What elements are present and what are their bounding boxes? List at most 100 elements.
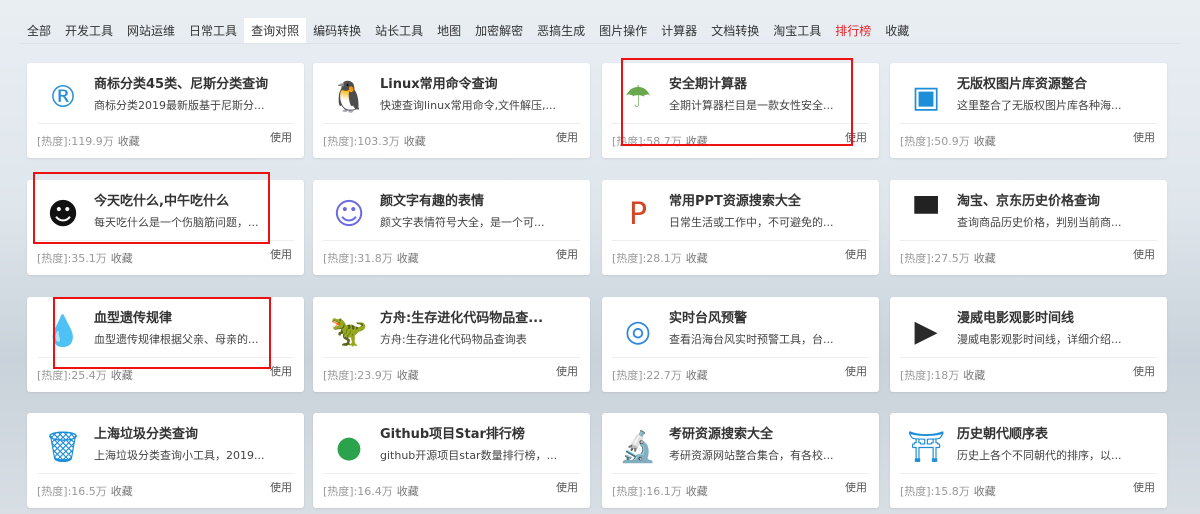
tool-card[interactable]: ▀ 淘宝、京东历史价格查询 查询商品历史价格，判别当前商... [热度]:27.… — [890, 180, 1167, 275]
favorite-button[interactable]: 收藏 — [686, 369, 708, 382]
card-title[interactable]: 淘宝、京东历史价格查询 — [957, 190, 1100, 209]
tool-card[interactable]: P 常用PPT资源搜索大全 日常生活或工作中，不可避免的... [热度]:28.… — [602, 180, 879, 275]
card-title[interactable]: 常用PPT资源搜索大全 — [669, 190, 801, 209]
tab-12[interactable]: 文档转换 — [704, 18, 766, 43]
tool-card[interactable]: ▶ 漫威电影观影时间线 漫威电影观影时间线，详细介绍... [热度]:18万 收藏… — [890, 297, 1167, 392]
tab-11[interactable]: 计算器 — [654, 18, 704, 43]
favorite-button[interactable]: 收藏 — [686, 135, 708, 148]
card-title[interactable]: Linux常用命令查询 — [380, 73, 498, 92]
tool-card[interactable]: ⛩ 历史朝代顺序表 历史上各个不同朝代的排序，以... [热度]:15.8万 收藏… — [890, 413, 1167, 508]
tab-8[interactable]: 加密解密 — [468, 18, 530, 43]
tab-2[interactable]: 网站运维 — [120, 18, 182, 43]
microscope-icon: 🔬 — [619, 429, 657, 465]
use-button[interactable]: 使用 — [270, 129, 292, 145]
card-description: 考研资源网站整合集合，有各校... — [669, 449, 834, 462]
tool-card[interactable]: 🔬 考研资源搜索大全 考研资源网站整合集合，有各校... [热度]:16.1万收… — [602, 413, 879, 508]
tab-7[interactable]: 地图 — [430, 18, 468, 43]
dinosaur-icon: 🦖 — [330, 313, 368, 349]
use-button[interactable]: 使用 — [845, 246, 867, 262]
card-title[interactable]: 颜文字有趣的表情 — [380, 190, 484, 209]
tool-card[interactable]: ◎ 实时台风预警 查看沿海台风实时预警工具，台... [热度]:22.7万 收藏 … — [602, 297, 879, 392]
use-button[interactable]: 使用 — [270, 246, 292, 262]
favorite-button[interactable]: 收藏 — [974, 252, 996, 265]
card-title[interactable]: 商标分类45类、尼斯分类查询 — [94, 73, 268, 92]
use-button[interactable]: 使用 — [845, 129, 867, 145]
tab-1[interactable]: 开发工具 — [58, 18, 120, 43]
card-title[interactable]: 方舟:生存进化代码物品查... — [380, 307, 543, 326]
favorite-button[interactable]: 收藏 — [118, 135, 140, 148]
favorite-button[interactable]: 收藏 — [111, 369, 133, 382]
favorite-button[interactable]: 收藏 — [111, 485, 133, 498]
heat-label: [热度]: — [612, 252, 647, 265]
tool-card[interactable]: ☻ 今天吃什么,中午吃什么 每天吃什么是一个伤脑筋问题，... [热度]:35.… — [27, 180, 304, 275]
heat-label: [热度]: — [900, 485, 935, 498]
powerpoint-icon: P — [628, 196, 648, 232]
penguin-icon: 🐧 — [330, 79, 368, 115]
use-button[interactable]: 使用 — [1133, 246, 1155, 262]
tab-0[interactable]: 全部 — [20, 18, 58, 43]
tool-card[interactable]: 🐧 Linux常用命令查询 快速查询linux常用命令,文件解压,... [热度… — [313, 63, 590, 158]
tab-5[interactable]: 编码转换 — [306, 18, 368, 43]
video-icon: ▶ — [914, 313, 938, 349]
favorite-button[interactable]: 收藏 — [397, 369, 419, 382]
heat-label: [热度]: — [323, 369, 358, 382]
use-button[interactable]: 使用 — [270, 479, 292, 495]
divider — [900, 123, 1157, 124]
favorite-button[interactable]: 收藏 — [397, 252, 419, 265]
use-button[interactable]: 使用 — [270, 363, 292, 379]
card-title[interactable]: 考研资源搜索大全 — [669, 423, 773, 442]
divider — [612, 240, 869, 241]
use-button[interactable]: 使用 — [556, 363, 578, 379]
heat-info: [热度]:31.8万 收藏 — [323, 250, 419, 266]
card-title[interactable]: 今天吃什么,中午吃什么 — [94, 190, 229, 209]
favorite-button[interactable]: 收藏 — [111, 252, 133, 265]
card-title[interactable]: 血型遗传规律 — [94, 307, 172, 326]
card-title[interactable]: 安全期计算器 — [669, 73, 747, 92]
card-description: 历史上各个不同朝代的排序，以... — [957, 449, 1122, 462]
favorite-button[interactable]: 收藏 — [974, 485, 996, 498]
use-button[interactable]: 使用 — [556, 479, 578, 495]
tool-card[interactable]: ☺ 颜文字有趣的表情 颜文字表情符号大全，是一个可... [热度]:31.8万收… — [313, 180, 590, 275]
tool-card[interactable]: ® 商标分类45类、尼斯分类查询 商标分类2019最新版基于尼斯分... [热度… — [27, 63, 304, 158]
card-title[interactable]: 上海垃圾分类查询 — [94, 423, 198, 442]
tab-15[interactable]: 收藏 — [878, 18, 916, 43]
card-title[interactable]: Github项目Star排行榜 — [380, 423, 525, 442]
tab-10[interactable]: 图片操作 — [592, 18, 654, 43]
heat-value: 103.3万 — [357, 135, 400, 148]
tab-9[interactable]: 恶搞生成 — [530, 18, 592, 43]
card-title[interactable]: 无版权图片库资源整合 — [957, 73, 1087, 92]
tool-card[interactable]: ☂ 安全期计算器 全期计算器栏目是一款女性安全... [热度]:58.7万 收藏 … — [602, 63, 879, 158]
tool-card[interactable]: ▣ 无版权图片库资源整合 这里整合了无版权图片库各种海... [热度]:50.9… — [890, 63, 1167, 158]
use-button[interactable]: 使用 — [1133, 479, 1155, 495]
tool-card[interactable]: 🦖 方舟:生存进化代码物品查... 方舟:生存进化代码物品查询表 [热度]:23… — [313, 297, 590, 392]
tool-card[interactable]: 💧 血型遗传规律 血型遗传规律根据父亲、母亲的... [热度]:25.4万 收藏 … — [27, 297, 304, 392]
use-button[interactable]: 使用 — [1133, 363, 1155, 379]
tab-4[interactable]: 查询对照 — [244, 18, 307, 43]
favorite-button[interactable]: 收藏 — [686, 485, 708, 498]
favorite-button[interactable]: 收藏 — [974, 135, 996, 148]
divider — [37, 357, 294, 358]
tab-13[interactable]: 淘宝工具 — [766, 18, 828, 43]
use-button[interactable]: 使用 — [1133, 129, 1155, 145]
card-description: 血型遗传规律根据父亲、母亲的... — [94, 333, 259, 346]
tab-6[interactable]: 站长工具 — [368, 18, 430, 43]
card-title[interactable]: 历史朝代顺序表 — [957, 423, 1048, 442]
tab-3[interactable]: 日常工具 — [182, 18, 244, 43]
tab-14[interactable]: 排行榜 — [828, 18, 878, 43]
tool-card[interactable]: ● Github项目Star排行榜 github开源项目star数量排行榜，..… — [313, 413, 590, 508]
card-description: 每天吃什么是一个伤脑筋问题，... — [94, 216, 259, 229]
heat-value: 31.8万 — [357, 252, 393, 265]
card-title[interactable]: 漫威电影观影时间线 — [957, 307, 1074, 326]
card-description: 上海垃圾分类查询小工具，2019... — [94, 449, 265, 462]
use-button[interactable]: 使用 — [845, 363, 867, 379]
favorite-button[interactable]: 收藏 — [963, 369, 985, 382]
tool-card[interactable]: 🗑 上海垃圾分类查询 上海垃圾分类查询小工具，2019... [热度]:16.5… — [27, 413, 304, 508]
card-title[interactable]: 实时台风预警 — [669, 307, 747, 326]
favorite-button[interactable]: 收藏 — [404, 135, 426, 148]
use-button[interactable]: 使用 — [845, 479, 867, 495]
use-button[interactable]: 使用 — [556, 129, 578, 145]
favorite-button[interactable]: 收藏 — [686, 252, 708, 265]
use-button[interactable]: 使用 — [556, 246, 578, 262]
favorite-button[interactable]: 收藏 — [397, 485, 419, 498]
heat-value: 27.5万 — [934, 252, 970, 265]
